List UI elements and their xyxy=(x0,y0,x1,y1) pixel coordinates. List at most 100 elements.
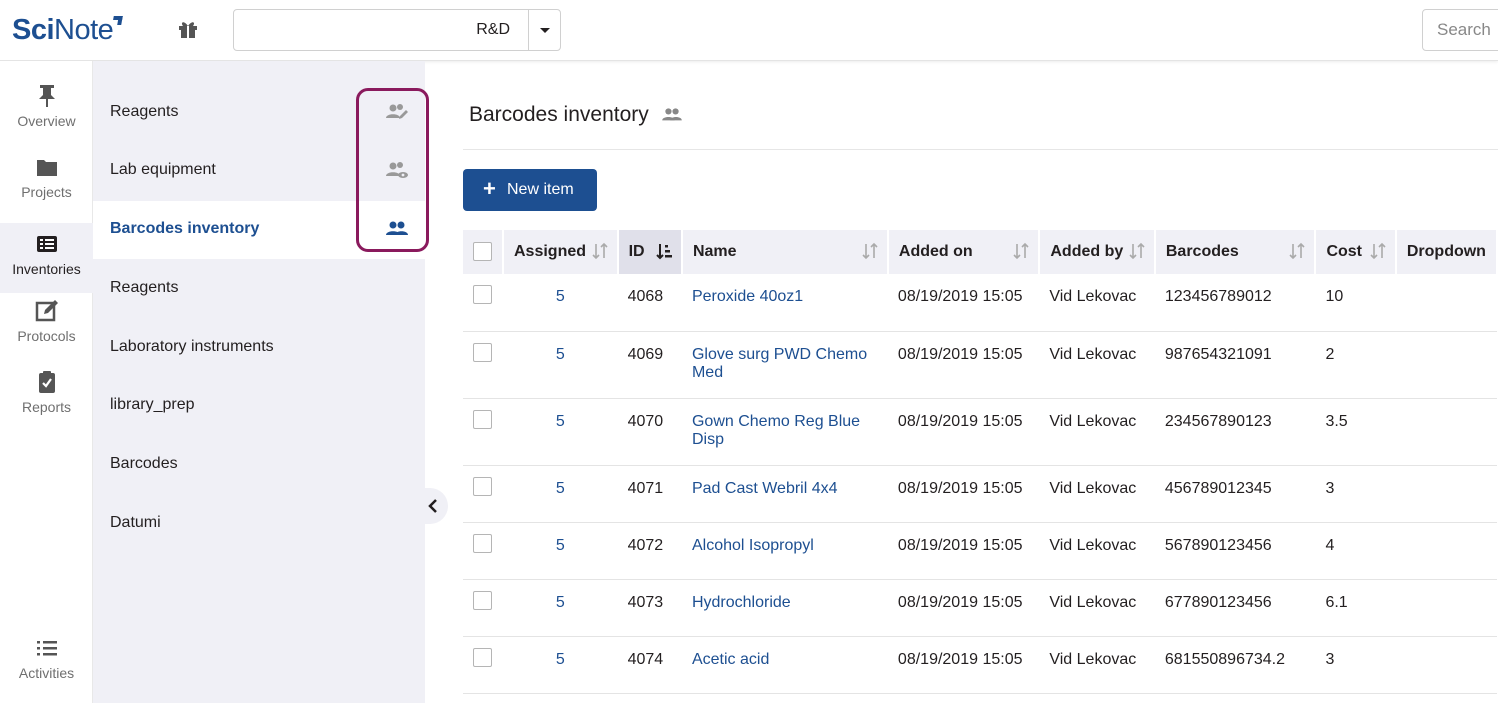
inventory-name: Laboratory instruments xyxy=(110,338,274,355)
table-row[interactable]: 5 4072 Alcohol Isopropyl 08/19/2019 15:0… xyxy=(463,522,1497,580)
added-on: 08/19/2019 15:05 xyxy=(887,331,1040,399)
table-row[interactable]: 5 4074 Acetic acid 08/19/2019 15:05 Vid … xyxy=(463,636,1497,694)
added-by: Vid Lekovac xyxy=(1039,465,1155,523)
row-checkbox[interactable] xyxy=(473,533,492,553)
search-input[interactable]: Search xyxy=(1422,9,1498,51)
added-by: Vid Lekovac xyxy=(1039,331,1155,399)
sort-ascending-icon xyxy=(656,244,672,260)
dropdown-cell xyxy=(1395,398,1497,466)
item-name-link[interactable]: Peroxide 40oz1 xyxy=(681,274,888,332)
cost: 2 xyxy=(1315,331,1396,399)
table-row[interactable]: 5 4073 Hydrochloride 08/19/2019 15:05 Vi… xyxy=(463,579,1497,637)
assigned-count[interactable]: 5 xyxy=(503,274,618,332)
column-header-dropdown[interactable]: Dropdown xyxy=(1395,230,1498,274)
inventory-item[interactable]: library_prep xyxy=(93,377,425,435)
item-name-link[interactable]: Hydrochloride xyxy=(681,579,888,637)
inventory-item[interactable]: Laboratory instruments xyxy=(93,319,425,377)
row-checkbox[interactable] xyxy=(473,476,492,496)
sort-icon xyxy=(1129,242,1145,260)
table-header-row: Assigned ID Name Added on Added by Barco… xyxy=(463,230,1498,274)
item-id: 4072 xyxy=(617,522,682,580)
item-name-link[interactable]: Gown Chemo Reg Blue Disp xyxy=(681,398,888,466)
inventory-name: Reagents xyxy=(110,103,179,120)
nav-inventories[interactable]: Inventories xyxy=(0,223,93,293)
assigned-count[interactable]: 5 xyxy=(503,331,618,399)
item-name-link[interactable]: Acetic acid xyxy=(681,636,888,694)
row-checkbox[interactable] xyxy=(473,647,492,667)
row-checkbox[interactable] xyxy=(473,342,492,362)
inventory-item[interactable]: Datumi xyxy=(93,495,425,553)
column-label: Added on xyxy=(898,243,973,260)
nav-overview[interactable]: Overview xyxy=(0,83,93,153)
inventory-name: library_prep xyxy=(110,396,195,413)
inventory-name: Barcodes inventory xyxy=(110,220,260,237)
table-row[interactable]: 5 4071 Pad Cast Webril 4x4 08/19/2019 15… xyxy=(463,465,1497,523)
inventory-name: Lab equipment xyxy=(110,161,216,178)
column-header-id[interactable]: ID xyxy=(617,230,683,274)
column-header-added-by[interactable]: Added by xyxy=(1039,230,1156,274)
column-label: ID xyxy=(628,243,645,260)
item-id: 4071 xyxy=(617,465,682,523)
row-checkbox[interactable] xyxy=(473,590,492,610)
column-header-added-on[interactable]: Added on xyxy=(887,230,1041,274)
row-checkbox[interactable] xyxy=(473,409,492,429)
item-name-link[interactable]: Glove surg PWD Chemo Med xyxy=(681,331,888,399)
select-all-checkbox[interactable] xyxy=(473,241,492,261)
select-all-cell xyxy=(463,230,504,274)
new-item-label: New item xyxy=(507,181,574,198)
assigned-count[interactable]: 5 xyxy=(503,398,618,466)
inventory-table: Assigned ID Name Added on Added by Barco… xyxy=(463,230,1498,694)
inventory-item[interactable]: Reagents xyxy=(93,260,425,318)
clipboard-icon xyxy=(38,371,55,393)
assigned-count[interactable]: 5 xyxy=(503,636,618,694)
new-item-button[interactable]: + New item xyxy=(463,169,597,211)
column-header-cost[interactable]: Cost xyxy=(1315,230,1397,274)
barcode: 456789012345 xyxy=(1154,465,1316,523)
table-row[interactable]: 5 4068 Peroxide 40oz1 08/19/2019 15:05 V… xyxy=(463,274,1497,332)
sort-icon xyxy=(592,242,608,260)
title-divider xyxy=(463,149,1498,150)
column-header-name[interactable]: Name xyxy=(681,230,889,274)
nav-label: Overview xyxy=(17,113,76,129)
plus-icon: + xyxy=(483,176,496,201)
assigned-count[interactable]: 5 xyxy=(503,465,618,523)
gift-icon[interactable] xyxy=(177,18,199,40)
added-on: 08/19/2019 15:05 xyxy=(887,398,1040,466)
dropdown-cell xyxy=(1395,636,1497,694)
nav-activities[interactable]: Activities xyxy=(0,635,93,705)
sort-icon xyxy=(1289,242,1306,260)
dropdown-cell xyxy=(1395,274,1497,332)
inventory-item[interactable]: Barcodes xyxy=(93,436,425,494)
team-select[interactable]: R&D xyxy=(233,9,561,51)
cost: 4 xyxy=(1315,522,1396,580)
inventory-name: Datumi xyxy=(110,514,161,531)
nav-protocols[interactable]: Protocols xyxy=(0,298,93,368)
edit-icon xyxy=(35,300,58,322)
nav-projects[interactable]: Projects xyxy=(0,154,93,224)
column-label: Assigned xyxy=(514,243,587,260)
added-by: Vid Lekovac xyxy=(1039,522,1155,580)
nav-reports[interactable]: Reports xyxy=(0,369,93,439)
team-dropdown-toggle[interactable] xyxy=(528,10,560,50)
table-row[interactable]: 5 4070 Gown Chemo Reg Blue Disp 08/19/20… xyxy=(463,398,1497,466)
nav-label: Projects xyxy=(21,184,72,200)
added-on: 08/19/2019 15:05 xyxy=(887,465,1040,523)
item-name-link[interactable]: Pad Cast Webril 4x4 xyxy=(681,465,888,523)
nav-label: Protocols xyxy=(17,328,76,344)
table-row[interactable]: 5 4069 Glove surg PWD Chemo Med 08/19/20… xyxy=(463,331,1497,399)
column-header-assigned[interactable]: Assigned xyxy=(503,230,619,274)
scinote-logo[interactable]: SciNote xyxy=(12,14,124,47)
added-by: Vid Lekovac xyxy=(1039,398,1155,466)
added-on: 08/19/2019 15:05 xyxy=(887,636,1040,694)
main-navigation: Overview Projects Inventories Protocols … xyxy=(0,61,93,703)
column-label: Cost xyxy=(1326,243,1363,260)
item-id: 4074 xyxy=(617,636,682,694)
column-header-barcodes[interactable]: Barcodes xyxy=(1154,230,1317,274)
item-name-link[interactable]: Alcohol Isopropyl xyxy=(681,522,888,580)
cost: 3 xyxy=(1315,636,1396,694)
logo-sci-text: Sci xyxy=(12,14,55,46)
row-checkbox[interactable] xyxy=(473,285,492,304)
assigned-count[interactable]: 5 xyxy=(503,522,618,580)
assigned-count[interactable]: 5 xyxy=(503,579,618,637)
item-id: 4073 xyxy=(617,579,682,637)
